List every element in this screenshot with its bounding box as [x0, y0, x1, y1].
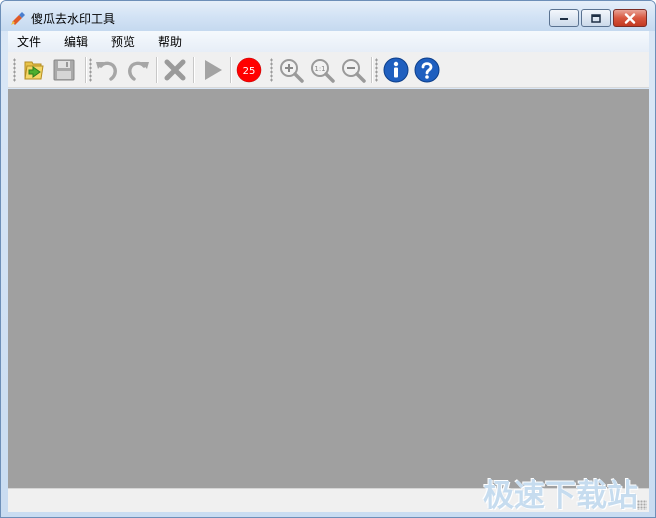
play-button[interactable]: [199, 57, 225, 83]
app-window: 傻瓜去水印工具 文件 编辑 预览 帮助 25 1:1 极速下载站: [0, 0, 656, 518]
undo-button[interactable]: [94, 57, 120, 83]
badge-button[interactable]: 25: [236, 57, 262, 83]
open-folder-icon: [24, 61, 44, 80]
toolbar-grip[interactable]: [270, 58, 273, 82]
zoom-reset-label: 1:1: [314, 65, 325, 73]
watermark-text: 极速下载站: [483, 478, 638, 514]
redo-button[interactable]: [125, 57, 151, 83]
zoom-reset-icon: 1:1: [311, 59, 335, 83]
menu-preview[interactable]: 预览: [102, 33, 143, 50]
resize-grip[interactable]: [637, 500, 647, 510]
undo-icon: [96, 61, 117, 81]
menu-edit[interactable]: 编辑: [55, 33, 96, 50]
title-bar[interactable]: 傻瓜去水印工具: [1, 1, 655, 31]
toolbar-separator: [371, 57, 372, 83]
toolbar-separator: [193, 57, 194, 83]
info-button[interactable]: [383, 57, 409, 83]
menu-help[interactable]: 帮助: [149, 33, 190, 50]
maximize-button[interactable]: [581, 9, 611, 27]
toolbar-separator: [85, 57, 86, 83]
delete-button[interactable]: [162, 57, 188, 83]
toolbar-separator: [230, 57, 231, 83]
zoom-out-button[interactable]: [340, 57, 366, 83]
help-button[interactable]: [414, 57, 440, 83]
menu-file[interactable]: 文件: [8, 33, 49, 50]
toolbar: 25 1:1: [8, 52, 649, 88]
info-icon: [383, 57, 409, 83]
toolbar-separator: [156, 57, 157, 83]
toolbar-grip[interactable]: [89, 58, 92, 82]
save-icon: [53, 59, 75, 81]
image-canvas[interactable]: [8, 89, 649, 488]
save-button[interactable]: [51, 57, 77, 83]
window-title: 傻瓜去水印工具: [31, 12, 116, 26]
toolbar-grip[interactable]: [375, 58, 378, 82]
close-icon: [624, 12, 636, 24]
app-icon: [10, 10, 26, 26]
help-icon: [414, 57, 440, 83]
toolbar-grip[interactable]: [13, 58, 16, 82]
close-button[interactable]: [613, 9, 647, 27]
zoom-in-icon: [280, 59, 304, 83]
zoom-out-icon: [342, 59, 366, 83]
delete-icon: [164, 59, 186, 81]
open-button[interactable]: [21, 57, 47, 83]
zoom-in-button[interactable]: [278, 57, 304, 83]
redo-icon: [128, 61, 149, 81]
play-icon: [205, 60, 222, 80]
badge-icon: 25: [236, 57, 262, 83]
minimize-button[interactable]: [549, 9, 579, 27]
minimize-icon: [560, 18, 568, 20]
menu-bar: 文件 编辑 预览 帮助: [8, 31, 649, 52]
zoom-reset-button[interactable]: 1:1: [309, 57, 335, 83]
badge-value: 25: [243, 66, 256, 77]
maximize-icon: [591, 13, 601, 23]
